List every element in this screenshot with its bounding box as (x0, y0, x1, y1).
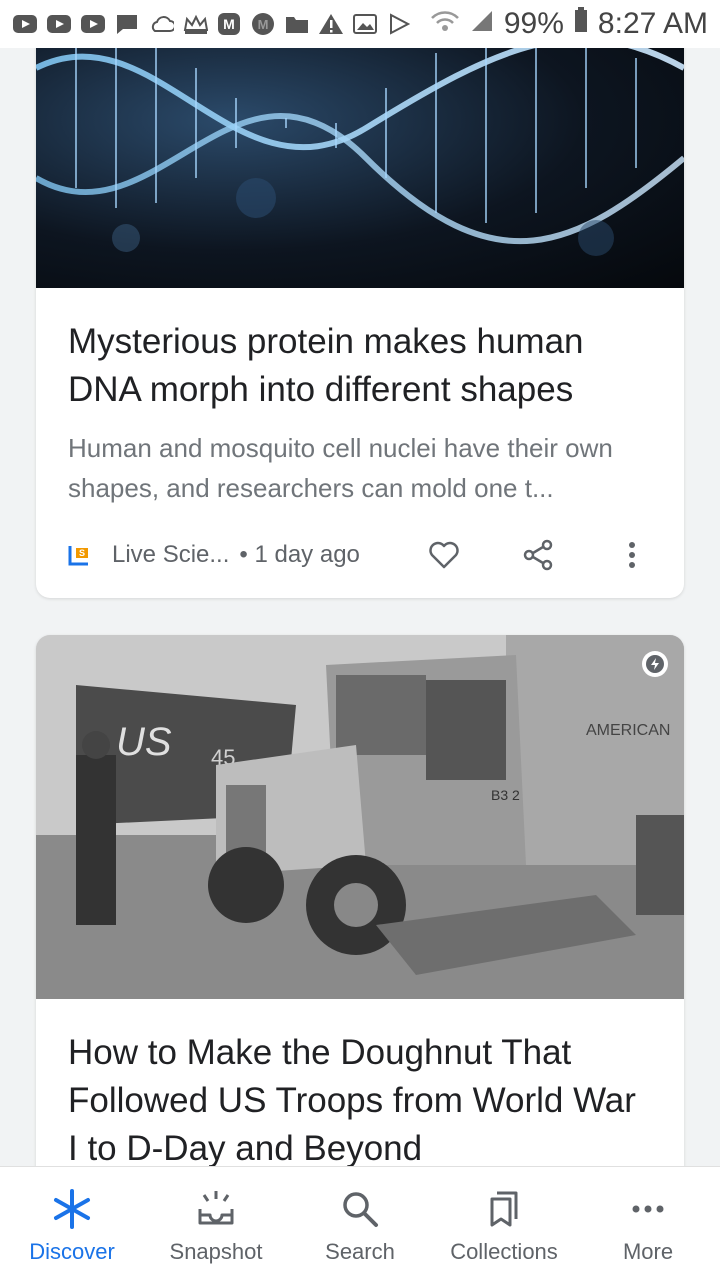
battery-level: 99% (503, 7, 564, 40)
signal-icon (470, 7, 494, 41)
battery-icon (574, 7, 588, 41)
status-right: 99% 8:27 AM (430, 7, 708, 41)
more-vert-icon (629, 542, 635, 568)
notification-icons: M M (12, 13, 412, 35)
publish-age: • 1 day ago (239, 541, 360, 568)
youtube-icon (46, 13, 72, 35)
share-icon (523, 539, 553, 571)
hull-lettering: US (116, 720, 172, 764)
amp-bolt-icon (646, 655, 664, 673)
alert-icon (318, 13, 344, 35)
nav-label: Search (325, 1239, 395, 1264)
asterisk-icon (50, 1187, 94, 1231)
message-icon (114, 13, 140, 35)
folder-icon (284, 13, 310, 35)
truck-side-lettering: AMERICAN (586, 722, 670, 739)
search-icon (338, 1187, 382, 1231)
dna-illustration (36, 48, 684, 256)
truck-number: B3 2 (491, 787, 520, 803)
nav-search[interactable]: Search (288, 1167, 432, 1280)
bottom-navigation: Discover Snapshot Search Collections Mor… (0, 1166, 720, 1280)
article-card[interactable]: Mysterious protein makes human DNA morph… (36, 48, 684, 598)
heart-icon (429, 541, 459, 569)
image-icon (352, 13, 378, 35)
svg-text:S: S (79, 548, 85, 558)
medium-icon: M (250, 13, 276, 35)
discover-feed[interactable]: Mysterious protein makes human DNA morph… (0, 48, 720, 1166)
amp-badge (642, 651, 668, 677)
nav-label: Snapshot (169, 1239, 263, 1264)
nav-discover[interactable]: Discover (0, 1167, 144, 1280)
nav-collections[interactable]: Collections (432, 1167, 576, 1280)
clock: 8:27 AM (597, 7, 708, 40)
play-store-icon (386, 13, 412, 35)
wifi-icon (430, 7, 460, 41)
nav-label: Collections (450, 1239, 558, 1264)
nav-label: Discover (29, 1239, 115, 1264)
article-card[interactable]: US 45 AMERICAN B3 2 How to Make the Doug… (36, 635, 684, 1166)
nav-label: More (622, 1239, 674, 1264)
like-button[interactable] (424, 535, 464, 575)
ww-truck-photo: US 45 AMERICAN B3 2 (36, 635, 684, 999)
more-horiz-icon (626, 1187, 670, 1231)
collections-bookmark-icon (482, 1187, 526, 1231)
snapshot-icon (194, 1187, 238, 1231)
source-name[interactable]: Live Scie... (112, 541, 229, 569)
youtube-icon (12, 13, 38, 35)
nav-snapshot[interactable]: Snapshot (144, 1167, 288, 1280)
article-title[interactable]: How to Make the Doughnut That Followed U… (36, 999, 684, 1166)
article-meta: S Live Scie... • 1 day ago (36, 508, 684, 571)
live-science-logo-icon: S (68, 544, 90, 566)
crown-icon (182, 13, 208, 35)
medium-icon: M (216, 13, 242, 35)
share-button[interactable] (518, 535, 558, 575)
article-image[interactable] (36, 48, 684, 288)
article-image[interactable]: US 45 AMERICAN B3 2 (36, 635, 684, 999)
cloud-icon (148, 13, 174, 35)
article-title[interactable]: Mysterious protein makes human DNA morph… (36, 288, 684, 414)
article-snippet: Human and mosquito cell nuclei have thei… (68, 433, 613, 503)
svg-text:M: M (258, 17, 269, 32)
svg-text:M: M (223, 16, 235, 32)
status-bar: M M 99% 8:27 AM (0, 0, 720, 48)
nav-more[interactable]: More (576, 1167, 720, 1280)
overflow-menu-button[interactable] (612, 535, 652, 575)
youtube-icon (80, 13, 106, 35)
